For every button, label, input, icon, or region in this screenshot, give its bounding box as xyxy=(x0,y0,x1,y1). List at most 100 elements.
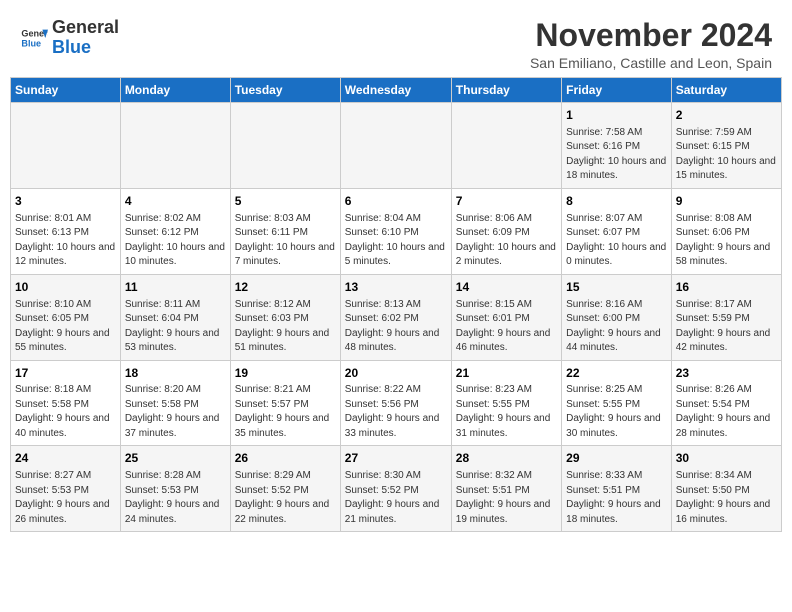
calendar-cell: 11 Sunrise: 8:11 AMSunset: 6:04 PMDayligh… xyxy=(120,274,230,360)
calendar-cell: 29Sunrise: 8:33 AMSunset: 5:51 PMDayligh… xyxy=(562,446,672,532)
day-number: 20 xyxy=(345,365,447,382)
calendar-cell xyxy=(11,103,121,189)
logo-blue-text: Blue xyxy=(52,37,91,57)
calendar-cell: 30 Sunrise: 8:34 AMSunset: 5:50 PMDayligh… xyxy=(671,446,781,532)
calendar-week-row: 10 Sunrise: 8:10 AMSunset: 6:05 PMDayligh… xyxy=(11,274,782,360)
calendar-cell: 13Sunrise: 8:13 AMSunset: 6:02 PMDayligh… xyxy=(340,274,451,360)
day-number: 19 xyxy=(235,365,336,382)
day-number: 3 xyxy=(15,193,116,210)
calendar-cell: 7 Sunrise: 8:06 AMSunset: 6:09 PMDaylight… xyxy=(451,188,561,274)
day-number: 25 xyxy=(125,450,226,467)
day-info: Sunrise: 8:07 AMSunset: 6:07 PMDaylight:… xyxy=(566,212,667,270)
calendar-cell: 5Sunrise: 8:03 AMSunset: 6:11 PMDaylight… xyxy=(230,188,340,274)
day-number: 27 xyxy=(345,450,447,467)
calendar-cell: 26 Sunrise: 8:29 AMSunset: 5:52 PMDayligh… xyxy=(230,446,340,532)
weekday-header-row: SundayMondayTuesdayWednesdayThursdayFrid… xyxy=(11,78,782,103)
day-info: Sunrise: 8:27 AMSunset: 5:53 PMDaylight:… xyxy=(15,469,116,527)
day-info: Sunrise: 8:02 AMSunset: 6:12 PMDaylight:… xyxy=(125,212,226,270)
day-number: 7 xyxy=(456,193,557,210)
calendar-cell: 3Sunrise: 8:01 AMSunset: 6:13 PMDaylight… xyxy=(11,188,121,274)
weekday-header-saturday: Saturday xyxy=(671,78,781,103)
day-number: 15 xyxy=(566,279,667,296)
day-number: 12 xyxy=(235,279,336,296)
day-number: 24 xyxy=(15,450,116,467)
day-info: Sunrise: 8:34 AMSunset: 5:50 PMDaylight:… xyxy=(676,469,777,527)
calendar-cell: 12Sunrise: 8:12 AMSunset: 6:03 PMDayligh… xyxy=(230,274,340,360)
weekday-header-thursday: Thursday xyxy=(451,78,561,103)
calendar-cell: 15 Sunrise: 8:16 AMSunset: 6:00 PMDayligh… xyxy=(562,274,672,360)
day-info: Sunrise: 8:08 AMSunset: 6:06 PMDaylight:… xyxy=(676,212,777,270)
weekday-header-tuesday: Tuesday xyxy=(230,78,340,103)
day-number: 26 xyxy=(235,450,336,467)
page-header: General Blue General Blue November 2024 … xyxy=(10,10,782,71)
calendar-cell: 1Sunrise: 7:58 AMSunset: 6:16 PMDaylight… xyxy=(562,103,672,189)
day-number: 5 xyxy=(235,193,336,210)
calendar-cell: 2 Sunrise: 7:59 AMSunset: 6:15 PMDaylight… xyxy=(671,103,781,189)
day-number: 9 xyxy=(676,193,777,210)
calendar-cell: 22Sunrise: 8:25 AMSunset: 5:55 PMDayligh… xyxy=(562,360,672,446)
day-number: 17 xyxy=(15,365,116,382)
day-info: Sunrise: 8:13 AMSunset: 6:02 PMDaylight:… xyxy=(345,298,447,356)
calendar-cell xyxy=(451,103,561,189)
calendar-cell: 27 Sunrise: 8:30 AMSunset: 5:52 PMDayligh… xyxy=(340,446,451,532)
weekday-header-wednesday: Wednesday xyxy=(340,78,451,103)
day-number: 8 xyxy=(566,193,667,210)
calendar-cell: 10 Sunrise: 8:10 AMSunset: 6:05 PMDayligh… xyxy=(11,274,121,360)
day-info: Sunrise: 8:29 AMSunset: 5:52 PMDaylight:… xyxy=(235,469,336,527)
calendar-week-row: 17Sunrise: 8:18 AMSunset: 5:58 PMDayligh… xyxy=(11,360,782,446)
day-info: Sunrise: 7:59 AMSunset: 6:15 PMDaylight:… xyxy=(676,126,777,184)
calendar-cell: 18Sunrise: 8:20 AMSunset: 5:58 PMDayligh… xyxy=(120,360,230,446)
day-info: Sunrise: 8:16 AMSunset: 6:00 PMDaylight:… xyxy=(566,298,667,356)
title-block: November 2024 San Emiliano, Castille and… xyxy=(530,18,772,71)
calendar-cell: 28 Sunrise: 8:32 AMSunset: 5:51 PMDayligh… xyxy=(451,446,561,532)
day-info: Sunrise: 8:30 AMSunset: 5:52 PMDaylight:… xyxy=(345,469,447,527)
logo-general-text: General xyxy=(52,17,119,37)
day-number: 28 xyxy=(456,450,557,467)
calendar-cell xyxy=(230,103,340,189)
calendar-cell: 23Sunrise: 8:26 AMSunset: 5:54 PMDayligh… xyxy=(671,360,781,446)
day-info: Sunrise: 8:23 AMSunset: 5:55 PMDaylight:… xyxy=(456,383,557,441)
day-info: Sunrise: 8:10 AMSunset: 6:05 PMDaylight:… xyxy=(15,298,116,356)
day-number: 11 xyxy=(125,279,226,296)
calendar-table: SundayMondayTuesdayWednesdayThursdayFrid… xyxy=(10,77,782,532)
calendar-cell: 14 Sunrise: 8:15 AMSunset: 6:01 PMDayligh… xyxy=(451,274,561,360)
day-info: Sunrise: 8:11 AMSunset: 6:04 PMDaylight:… xyxy=(125,298,226,356)
day-number: 14 xyxy=(456,279,557,296)
day-info: Sunrise: 8:21 AMSunset: 5:57 PMDaylight:… xyxy=(235,383,336,441)
day-number: 22 xyxy=(566,365,667,382)
logo: General Blue General Blue xyxy=(20,18,119,58)
day-info: Sunrise: 8:20 AMSunset: 5:58 PMDaylight:… xyxy=(125,383,226,441)
calendar-cell: 9 Sunrise: 8:08 AMSunset: 6:06 PMDaylight… xyxy=(671,188,781,274)
svg-text:Blue: Blue xyxy=(21,38,41,48)
day-info: Sunrise: 8:22 AMSunset: 5:56 PMDaylight:… xyxy=(345,383,447,441)
calendar-cell: 19Sunrise: 8:21 AMSunset: 5:57 PMDayligh… xyxy=(230,360,340,446)
day-info: Sunrise: 8:06 AMSunset: 6:09 PMDaylight:… xyxy=(456,212,557,270)
weekday-header-monday: Monday xyxy=(120,78,230,103)
day-info: Sunrise: 8:26 AMSunset: 5:54 PMDaylight:… xyxy=(676,383,777,441)
day-number: 30 xyxy=(676,450,777,467)
day-info: Sunrise: 8:25 AMSunset: 5:55 PMDaylight:… xyxy=(566,383,667,441)
logo-icon: General Blue xyxy=(20,24,48,52)
day-info: Sunrise: 8:33 AMSunset: 5:51 PMDaylight:… xyxy=(566,469,667,527)
calendar-week-row: 1Sunrise: 7:58 AMSunset: 6:16 PMDaylight… xyxy=(11,103,782,189)
calendar-cell: 4 Sunrise: 8:02 AMSunset: 6:12 PMDaylight… xyxy=(120,188,230,274)
day-info: Sunrise: 8:17 AMSunset: 5:59 PMDaylight:… xyxy=(676,298,777,356)
day-number: 23 xyxy=(676,365,777,382)
calendar-cell: 20Sunrise: 8:22 AMSunset: 5:56 PMDayligh… xyxy=(340,360,451,446)
day-info: Sunrise: 8:32 AMSunset: 5:51 PMDaylight:… xyxy=(456,469,557,527)
day-number: 2 xyxy=(676,107,777,124)
day-number: 6 xyxy=(345,193,447,210)
day-number: 21 xyxy=(456,365,557,382)
month-title: November 2024 xyxy=(530,18,772,53)
day-info: Sunrise: 8:15 AMSunset: 6:01 PMDaylight:… xyxy=(456,298,557,356)
day-info: Sunrise: 7:58 AMSunset: 6:16 PMDaylight:… xyxy=(566,126,667,184)
day-number: 4 xyxy=(125,193,226,210)
calendar-cell: 25 Sunrise: 8:28 AMSunset: 5:53 PMDayligh… xyxy=(120,446,230,532)
calendar-cell: 17Sunrise: 8:18 AMSunset: 5:58 PMDayligh… xyxy=(11,360,121,446)
calendar-cell xyxy=(120,103,230,189)
calendar-cell xyxy=(340,103,451,189)
day-info: Sunrise: 8:04 AMSunset: 6:10 PMDaylight:… xyxy=(345,212,447,270)
day-number: 10 xyxy=(15,279,116,296)
calendar-cell: 24 Sunrise: 8:27 AMSunset: 5:53 PMDayligh… xyxy=(11,446,121,532)
day-info: Sunrise: 8:28 AMSunset: 5:53 PMDaylight:… xyxy=(125,469,226,527)
